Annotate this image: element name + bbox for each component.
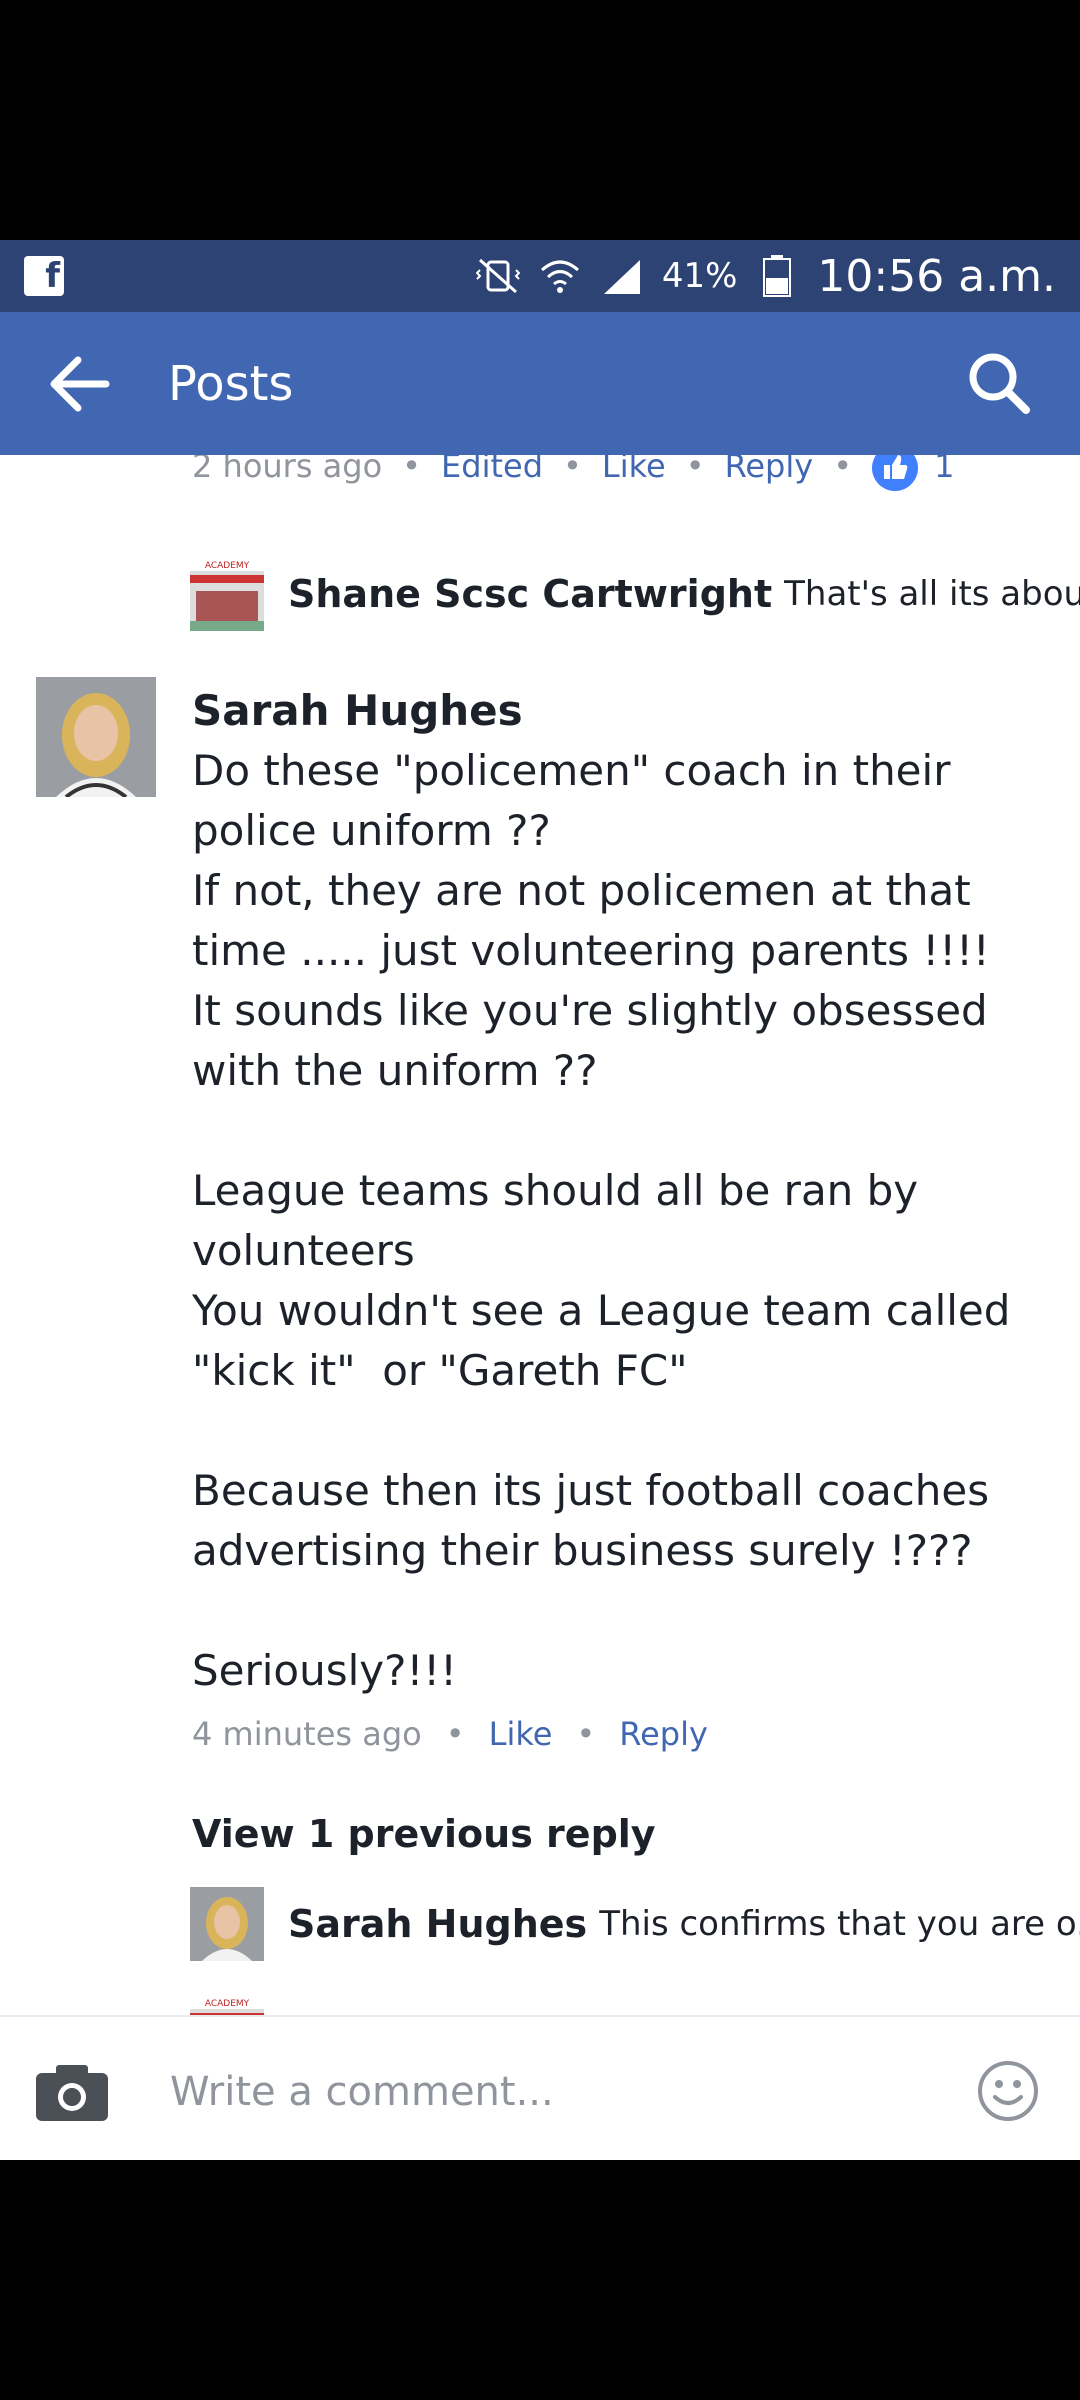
app-bar: Posts xyxy=(0,312,1080,455)
comments-feed[interactable]: 2 hours ago • Edited • Like • Reply • 1 ACADEMY … xyxy=(0,455,1080,2015)
separator-dot: • xyxy=(402,455,422,485)
reaction-count: 1 xyxy=(934,455,955,485)
like-link[interactable]: Like xyxy=(489,1715,553,1753)
back-button[interactable] xyxy=(46,352,116,416)
svg-text:ACADEMY: ACADEMY xyxy=(205,1999,250,2009)
reply-preview: That's all its abou... xyxy=(784,574,1080,614)
back-arrow-icon xyxy=(50,356,110,412)
reply-preview: This confirms that you are o... xyxy=(599,1904,1080,1944)
smiley-icon xyxy=(978,2061,1038,2121)
search-icon xyxy=(969,353,1030,414)
facebook-notification-icon: f xyxy=(24,256,64,296)
like-reaction-icon[interactable] xyxy=(872,455,919,491)
avatar[interactable] xyxy=(36,677,156,797)
page-title: Posts xyxy=(168,356,294,412)
reply-author[interactable]: Sarah Hughes xyxy=(288,1902,587,1946)
like-link[interactable]: Like xyxy=(602,455,666,485)
separator-dot: • xyxy=(833,455,853,485)
bottom-letterbox xyxy=(0,2160,1080,2400)
comment-composer xyxy=(0,2015,1080,2160)
svg-text:ACADEMY: ACADEMY xyxy=(205,561,250,571)
view-previous-replies-link[interactable]: View 1 previous reply xyxy=(192,1812,656,1856)
vibrate-mute-icon xyxy=(475,254,520,298)
avatar[interactable]: ACADEMY xyxy=(190,557,264,631)
top-letterbox xyxy=(0,0,1080,240)
avatar[interactable]: ACADEMY xyxy=(190,1995,264,2015)
comment-meta: 4 minutes ago • Like • Reply xyxy=(192,1715,1052,1753)
comment-text: Do these "policemen" coach in their poli… xyxy=(192,746,1011,1695)
reply-link[interactable]: Reply xyxy=(725,455,814,485)
separator-dot: • xyxy=(685,455,705,485)
signal-icon xyxy=(600,254,644,298)
reply-author[interactable]: Shane Scsc Cartwright xyxy=(288,572,772,616)
battery-icon xyxy=(755,254,799,298)
comment-timestamp: 2 hours ago xyxy=(192,455,383,485)
battery-percentage: 41% xyxy=(661,256,738,296)
comment-input[interactable] xyxy=(168,2053,932,2131)
reply-link[interactable]: Reply xyxy=(619,1715,708,1753)
separator-dot: • xyxy=(445,1715,465,1753)
comment-timestamp: 4 minutes ago xyxy=(192,1715,422,1753)
camera-button[interactable] xyxy=(34,2061,110,2123)
edited-link[interactable]: Edited xyxy=(441,455,543,485)
clock: 10:56 a.m. xyxy=(817,250,1056,302)
comment-author[interactable]: Sarah Hughes xyxy=(192,681,1052,741)
separator-dot: • xyxy=(576,1715,596,1753)
reply-item[interactable]: ACADEMY Shane Scsc Cartwright That's all… xyxy=(190,557,1080,631)
separator-dot: • xyxy=(563,455,582,485)
reply-item[interactable]: Sarah Hughes This confirms that you are … xyxy=(190,1887,1080,1961)
previous-comment-meta: 2 hours ago • Edited • Like • Reply • 1 xyxy=(192,455,954,491)
avatar[interactable] xyxy=(190,1887,264,1961)
emoji-button[interactable] xyxy=(976,2059,1040,2123)
search-button[interactable] xyxy=(964,348,1034,418)
status-bar: f 41% 10:56 a.m. xyxy=(0,240,1080,312)
wifi-icon xyxy=(538,254,582,298)
camera-icon xyxy=(36,2065,108,2121)
